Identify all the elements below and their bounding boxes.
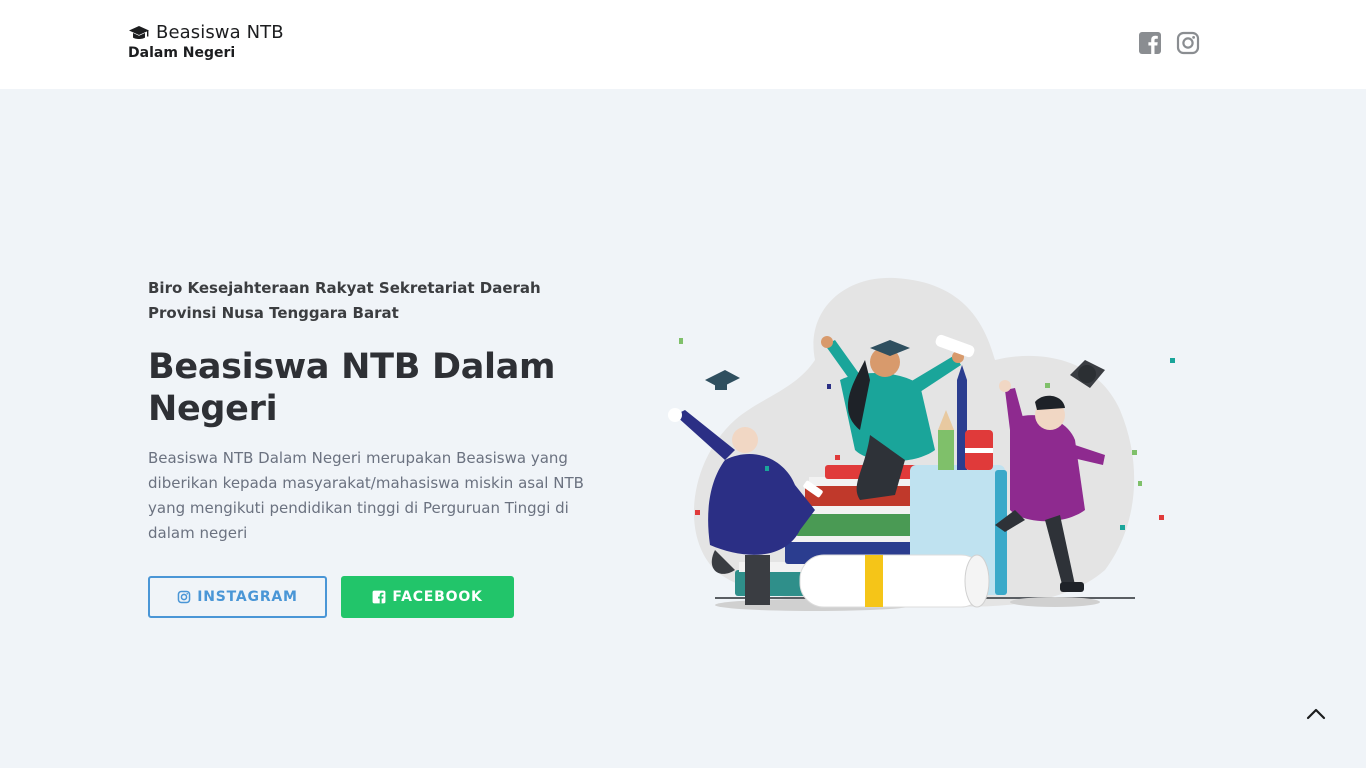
graduation-cap-icon	[129, 25, 149, 39]
brand-link[interactable]: Beasiswa NTB Dalam Negeri	[128, 22, 284, 61]
facebook-square-icon	[372, 590, 386, 604]
hero-kicker: Biro Kesejahteraan Rakyat Sekretariat Da…	[148, 276, 598, 326]
hero-headline: Beasiswa NTB Dalam Negeri	[148, 347, 556, 429]
hero-kicker-line1: Biro Kesejahteraan Rakyat Sekretariat Da…	[148, 279, 541, 297]
instagram-icon	[177, 590, 191, 604]
facebook-square-icon[interactable]	[1138, 31, 1162, 55]
hero-description: Beasiswa NTB Dalam Negeri merupakan Beas…	[148, 449, 584, 542]
graduates-illustration	[665, 270, 1185, 620]
hero-text: Biro Kesejahteraan Rakyat Sekretariat Da…	[148, 276, 598, 546]
social-links	[1138, 31, 1200, 55]
hero-buttons: INSTAGRAM FACEBOOK	[148, 576, 514, 618]
hero-kicker-line2: Provinsi Nusa Tenggara Barat	[148, 304, 399, 322]
facebook-button-label: FACEBOOK	[392, 589, 483, 605]
instagram-button-label: INSTAGRAM	[197, 589, 298, 605]
chevron-up-icon	[1306, 708, 1326, 720]
instagram-icon[interactable]	[1176, 31, 1200, 55]
brand-subtitle: Dalam Negeri	[128, 45, 236, 61]
navbar: Beasiswa NTB Dalam Negeri	[0, 0, 1366, 89]
instagram-button[interactable]: INSTAGRAM	[148, 576, 327, 618]
facebook-button[interactable]: FACEBOOK	[341, 576, 514, 618]
brand-title: Beasiswa NTB	[156, 22, 284, 43]
back-to-top-button[interactable]	[1300, 700, 1332, 728]
